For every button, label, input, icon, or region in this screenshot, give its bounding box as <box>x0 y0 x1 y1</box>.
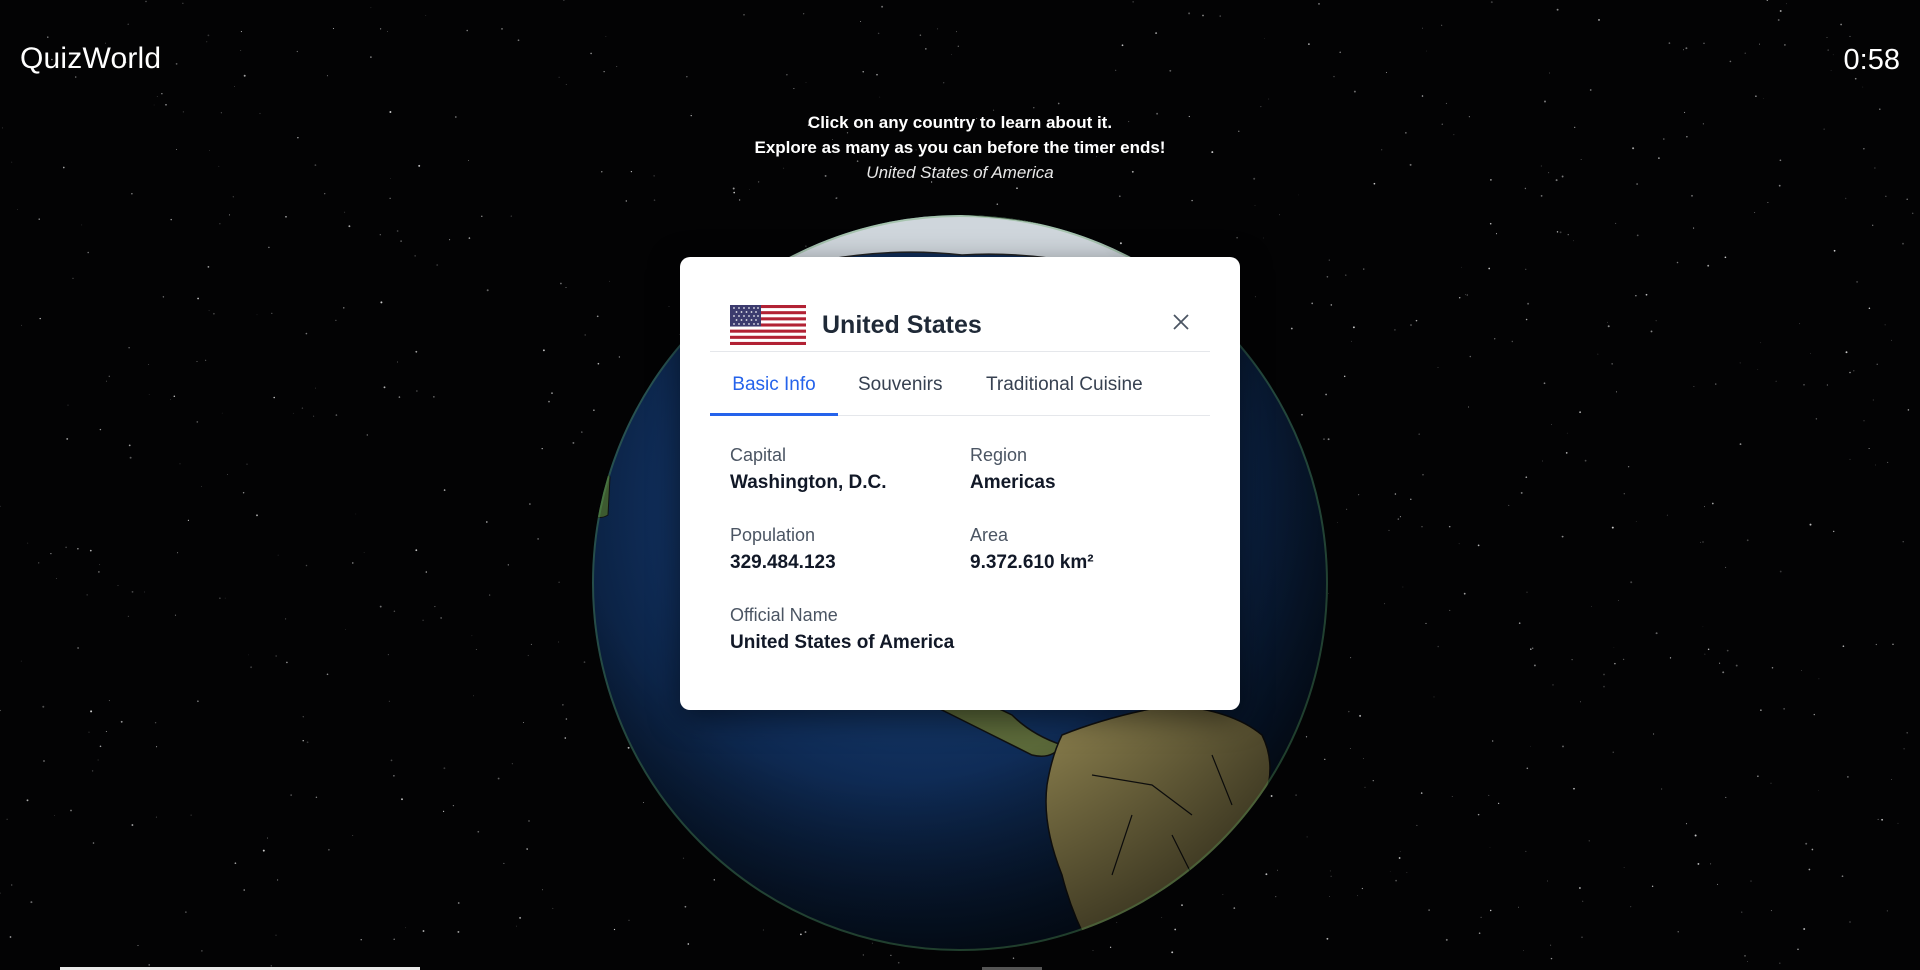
area-field: Area 9.372.610 km² <box>970 522 1094 578</box>
globe-game-stage: QuizWorld 0:58 Click on any country to l… <box>0 0 1920 970</box>
population-field: Population 329.484.123 <box>730 522 836 578</box>
modal-header: United States <box>710 285 1210 352</box>
population-value: 329.484.123 <box>730 552 836 573</box>
capital-label: Capital <box>730 445 787 465</box>
instructions: Click on any country to learn about it. … <box>0 110 1920 185</box>
region-value: Americas <box>970 472 1056 493</box>
official-name-label: Official Name <box>730 605 838 625</box>
hovered-country-label: United States of America <box>866 163 1054 182</box>
area-value: 9.372.610 km² <box>970 552 1094 573</box>
close-icon[interactable] <box>1170 311 1192 333</box>
region-label: Region <box>970 445 1028 465</box>
region-field: Region Americas <box>970 442 1056 498</box>
capital-field: Capital Washington, D.C. <box>730 442 887 498</box>
tab-souvenirs[interactable]: Souvenirs <box>858 367 943 413</box>
instruction-line-1: Click on any country to learn about it. <box>807 113 1113 132</box>
population-label: Population <box>730 525 816 545</box>
official-name-value: United States of America <box>730 632 955 653</box>
country-info-modal: United States Basic Info Souvenirs Tradi… <box>680 257 1240 710</box>
official-name-field: Official Name United States of America <box>730 602 954 658</box>
tab-traditional-cuisine[interactable]: Traditional Cuisine <box>986 367 1143 413</box>
us-flag-icon <box>730 305 806 345</box>
info-tabs: Basic Info Souvenirs Traditional Cuisine <box>710 367 1210 416</box>
capital-value: Washington, D.C. <box>730 472 887 493</box>
countdown-timer: 0:58 <box>1843 44 1900 76</box>
app-title: QuizWorld <box>20 42 162 75</box>
tab-basic-info[interactable]: Basic Info <box>710 367 838 416</box>
country-name: United States <box>822 311 982 339</box>
instruction-line-2: Explore as many as you can before the ti… <box>754 138 1166 157</box>
area-label: Area <box>970 525 1009 545</box>
